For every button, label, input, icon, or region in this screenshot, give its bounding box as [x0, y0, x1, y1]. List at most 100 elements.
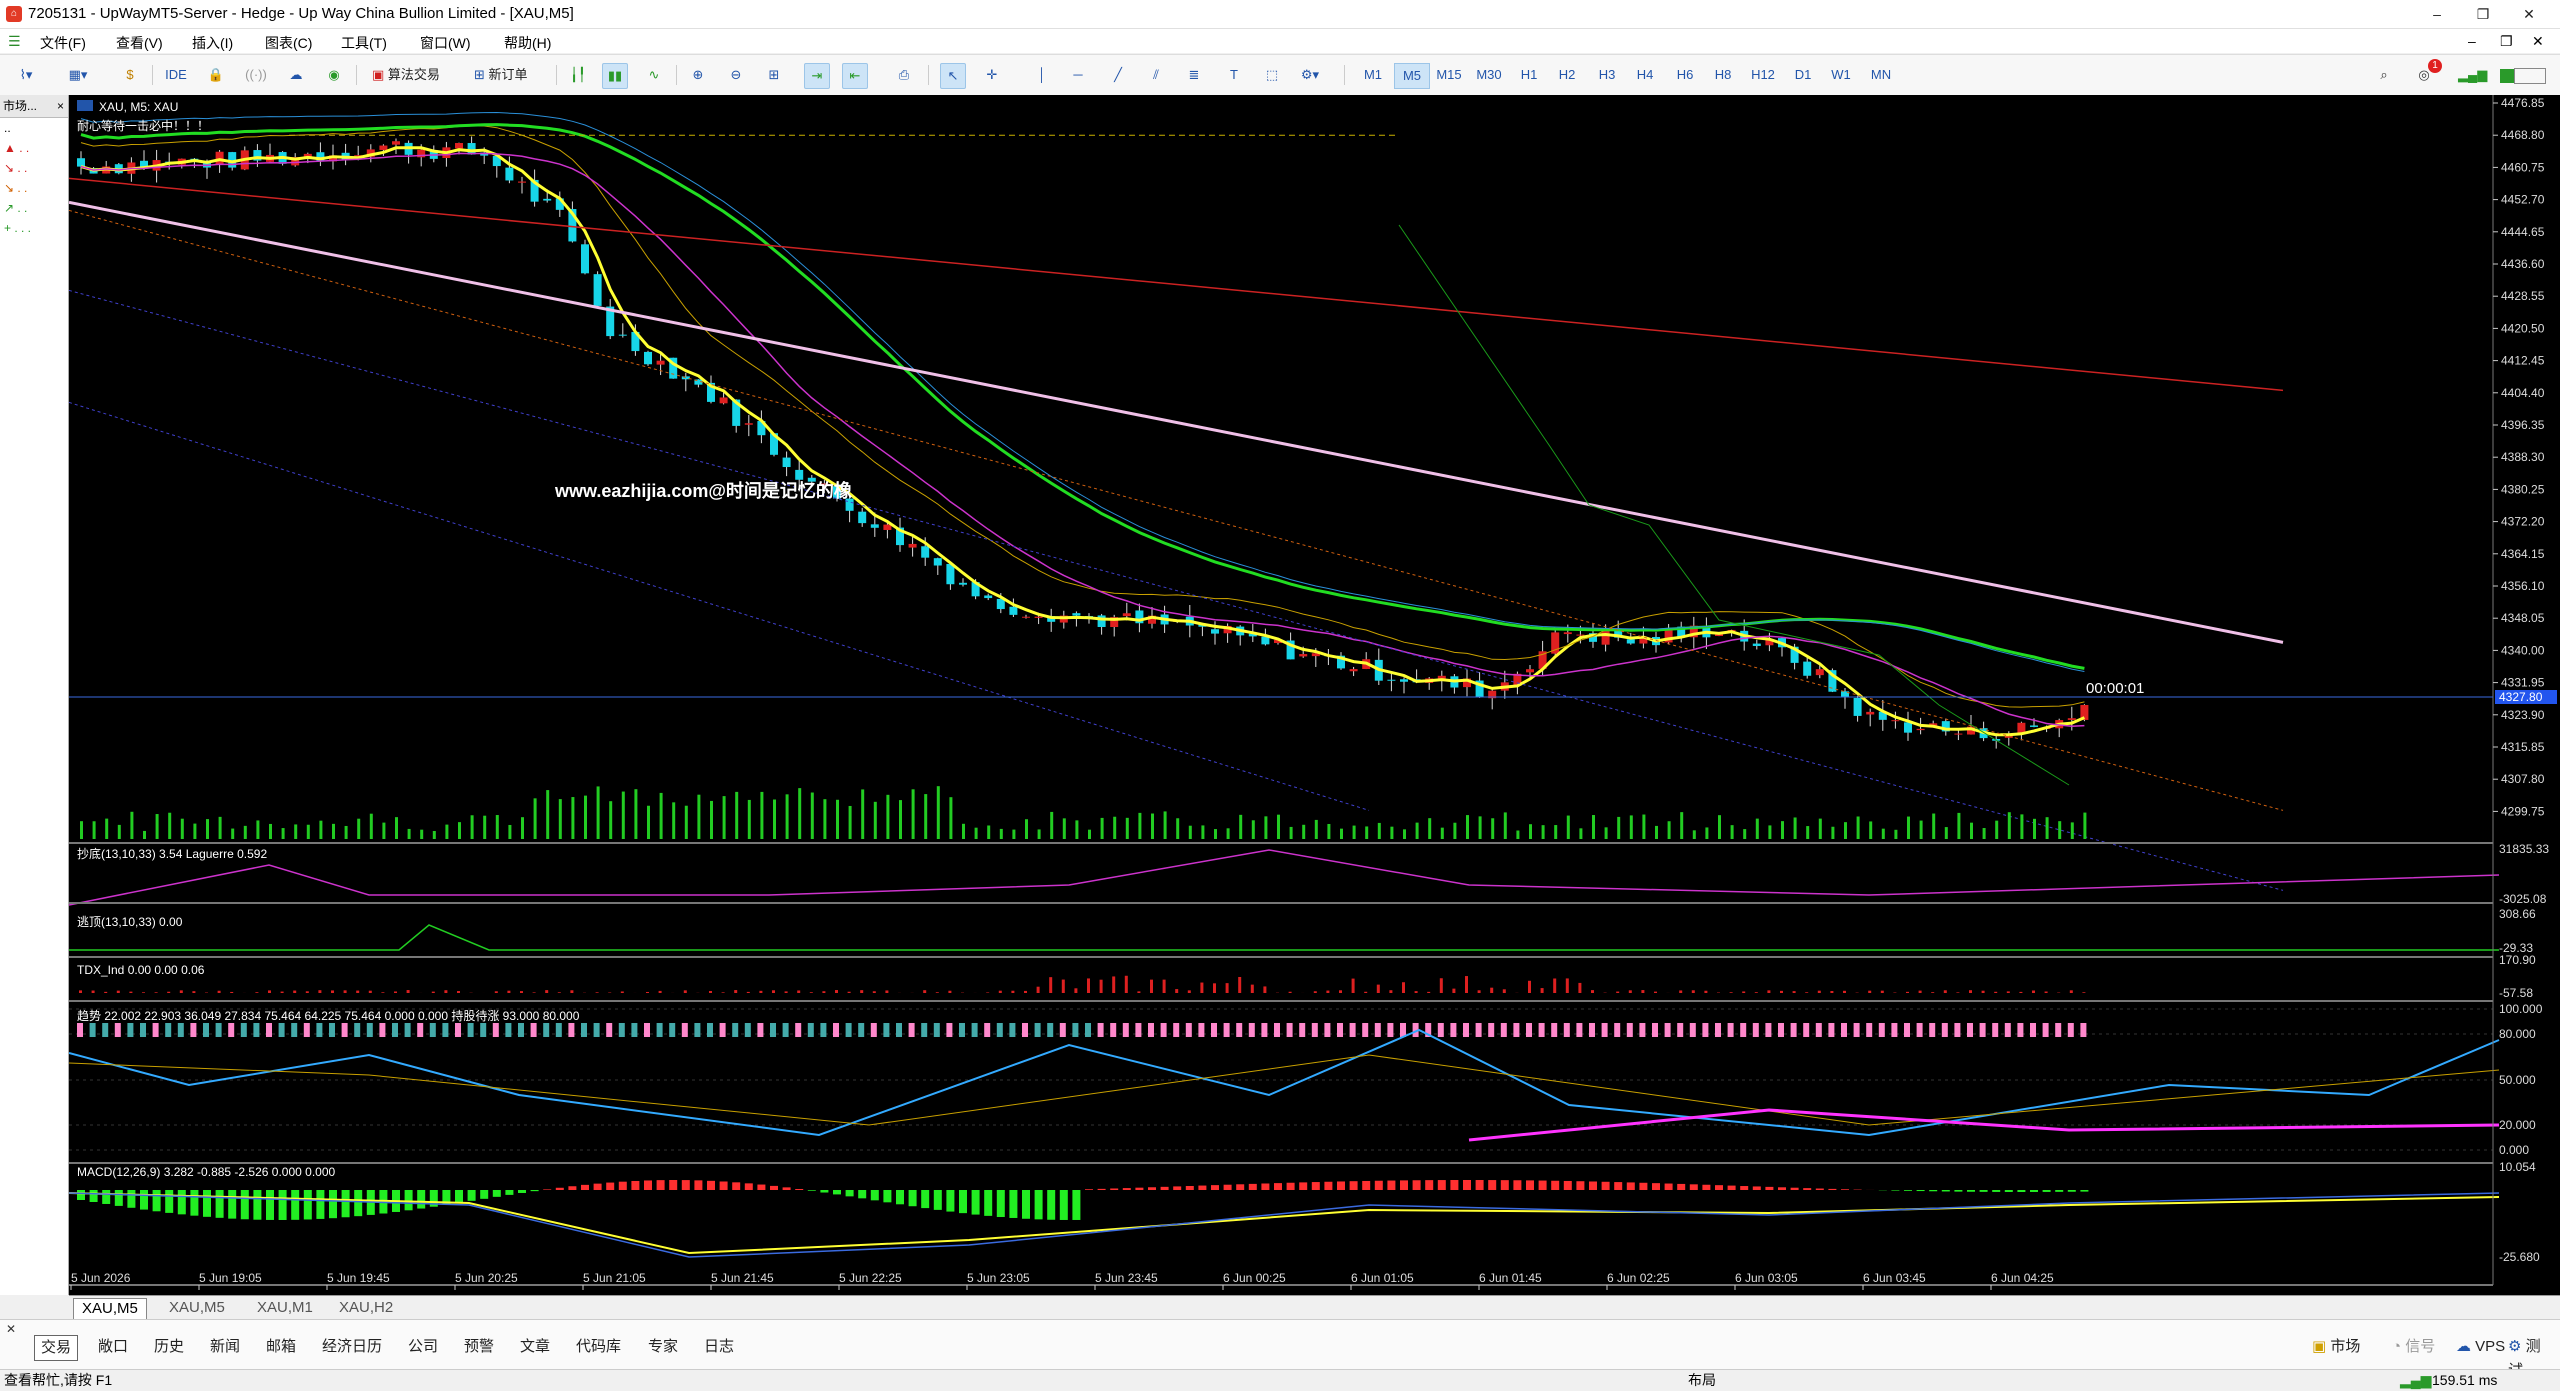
- search-icon[interactable]: ⌕: [2372, 63, 2396, 87]
- timeframe-mn[interactable]: MN: [1864, 63, 1898, 87]
- price-chart[interactable]: 4476.854468.804460.754452.704444.654436.…: [69, 95, 2560, 1295]
- list-item[interactable]: ..: [0, 118, 68, 138]
- bar-chart-icon[interactable]: ╽╿: [566, 63, 590, 87]
- menu-help[interactable]: 帮助(H): [504, 33, 551, 53]
- timeframe-h3[interactable]: H3: [1590, 63, 1624, 87]
- menu-tools[interactable]: 工具(T): [341, 33, 387, 53]
- globe-icon[interactable]: ◉: [322, 63, 346, 87]
- market-watch-close-button[interactable]: ×: [57, 95, 68, 117]
- market-watch-title: 市场...: [3, 99, 37, 113]
- chart-tab[interactable]: XAU,M1: [249, 1298, 321, 1318]
- tab-journal[interactable]: 日志: [698, 1335, 740, 1359]
- trend-block: [1740, 1023, 1746, 1037]
- chart-tab[interactable]: XAU,M5: [73, 1298, 147, 1320]
- tdx-bar: [407, 990, 410, 993]
- candle-body: [883, 525, 891, 530]
- chart-type-icon[interactable]: ⌇▾: [14, 63, 38, 87]
- tab-alerts[interactable]: 预警: [458, 1335, 500, 1359]
- tab-calendar[interactable]: 经济日历: [316, 1335, 388, 1359]
- objects-icon[interactable]: ⚙▾: [1298, 63, 1322, 87]
- volume-bar: [319, 821, 322, 839]
- text-tool-icon[interactable]: T: [1222, 63, 1246, 87]
- timeframe-h1[interactable]: H1: [1512, 63, 1546, 87]
- zoom-in-icon[interactable]: ⊕: [686, 63, 710, 87]
- coin-icon[interactable]: $: [118, 63, 142, 87]
- tab-articles[interactable]: 文章: [514, 1335, 556, 1359]
- grid-icon[interactable]: ⊞: [762, 63, 786, 87]
- tab-codebase[interactable]: 代码库: [570, 1335, 627, 1359]
- lock-icon[interactable]: 🔒: [204, 63, 228, 87]
- vertical-line-icon[interactable]: │: [1030, 63, 1054, 87]
- autoscroll-icon[interactable]: ⇥: [804, 63, 830, 89]
- horizontal-line-icon[interactable]: ─: [1066, 63, 1090, 87]
- cloud-icon[interactable]: ☁: [284, 63, 308, 87]
- close-button[interactable]: ✕: [2506, 0, 2552, 28]
- tdx-bar: [1793, 991, 1796, 993]
- macd-bar: [1186, 1186, 1194, 1190]
- algo-trading-button[interactable]: ▣ 算法交易: [368, 63, 444, 87]
- tester-button[interactable]: ⚙ 测试: [2502, 1335, 2560, 1359]
- crosshair-icon[interactable]: ✛: [980, 63, 1004, 87]
- new-chart-icon[interactable]: ▦▾: [66, 63, 90, 87]
- list-item[interactable]: ▲ . .: [0, 138, 68, 158]
- menu-chart[interactable]: 图表(C): [265, 33, 312, 53]
- tab-company[interactable]: 公司: [402, 1335, 444, 1359]
- tab-exposure[interactable]: 敞口: [92, 1335, 134, 1359]
- account-icon[interactable]: ◎1: [2412, 63, 2436, 87]
- minimize-button[interactable]: –: [2414, 0, 2460, 28]
- chart-shift-icon[interactable]: ⇤: [842, 63, 868, 89]
- tdx-bar: [860, 990, 863, 993]
- list-item[interactable]: ↗ . .: [0, 198, 68, 218]
- candle-chart-icon[interactable]: ▮▮: [602, 63, 628, 89]
- zoom-out-icon[interactable]: ⊖: [724, 63, 748, 87]
- timeframe-h6[interactable]: H6: [1668, 63, 1702, 87]
- child-close-button[interactable]: ✕: [2532, 33, 2544, 50]
- ide-button[interactable]: IDE: [164, 63, 188, 87]
- tab-news[interactable]: 新闻: [204, 1335, 246, 1359]
- fibonacci-icon[interactable]: ≣: [1182, 63, 1206, 87]
- tab-experts[interactable]: 专家: [642, 1335, 684, 1359]
- cursor-icon[interactable]: ↖: [940, 63, 966, 89]
- timeframe-h12[interactable]: H12: [1746, 63, 1780, 87]
- menu-insert[interactable]: 插入(I): [192, 33, 233, 53]
- menu-window[interactable]: 窗口(W): [420, 33, 471, 53]
- tab-history[interactable]: 历史: [148, 1335, 190, 1359]
- timeframe-m30[interactable]: M30: [1472, 63, 1506, 87]
- timeframe-m15[interactable]: M15: [1432, 63, 1466, 87]
- market-button[interactable]: ▣ 市场: [2306, 1335, 2366, 1359]
- volume-bar: [1768, 825, 1771, 839]
- line-chart-icon[interactable]: ∿: [642, 63, 666, 87]
- list-item[interactable]: ↘ . .: [0, 158, 68, 178]
- timeframe-h4[interactable]: H4: [1628, 63, 1662, 87]
- list-item[interactable]: + . . .: [0, 218, 68, 238]
- tab-trade[interactable]: 交易: [34, 1335, 78, 1361]
- timeframe-h8[interactable]: H8: [1706, 63, 1740, 87]
- timeframe-m1[interactable]: M1: [1356, 63, 1390, 87]
- timeframe-w1[interactable]: W1: [1824, 63, 1858, 87]
- chart-tab[interactable]: XAU,H2: [331, 1298, 401, 1318]
- restore-button[interactable]: ❐: [2460, 0, 2506, 28]
- signal-icon[interactable]: ((·)): [244, 63, 268, 87]
- channel-icon[interactable]: ⫽: [1144, 63, 1168, 87]
- child-restore-button[interactable]: ❐: [2500, 33, 2513, 50]
- menu-view[interactable]: 查看(V): [116, 33, 163, 53]
- macd-bar: [1476, 1180, 1484, 1190]
- list-item[interactable]: ↘ . .: [0, 178, 68, 198]
- timeframe-m5[interactable]: M5: [1394, 63, 1430, 89]
- candle-body: [2017, 723, 2025, 733]
- mdi-icon[interactable]: ☰: [8, 33, 21, 50]
- screenshot-icon[interactable]: ⎙: [892, 63, 916, 87]
- signals-button[interactable]: ◔ 信号: [2386, 1335, 2441, 1359]
- chart-tab[interactable]: XAU,M5: [161, 1298, 233, 1318]
- chart-window[interactable]: 4476.854468.804460.754452.704444.654436.…: [69, 95, 2560, 1295]
- tab-mailbox[interactable]: 邮箱: [260, 1335, 302, 1359]
- menu-file[interactable]: 文件(F): [40, 33, 86, 53]
- timeframe-h2[interactable]: H2: [1550, 63, 1584, 87]
- timeframe-d1[interactable]: D1: [1786, 63, 1820, 87]
- child-minimize-button[interactable]: –: [2468, 33, 2476, 49]
- shapes-icon[interactable]: ⬚: [1260, 63, 1284, 87]
- new-order-button[interactable]: ⊞ 新订单: [470, 63, 532, 87]
- toolbox-close-icon[interactable]: ✕: [6, 1322, 16, 1336]
- trendline-icon[interactable]: ╱: [1106, 63, 1130, 87]
- candles: [77, 136, 2088, 748]
